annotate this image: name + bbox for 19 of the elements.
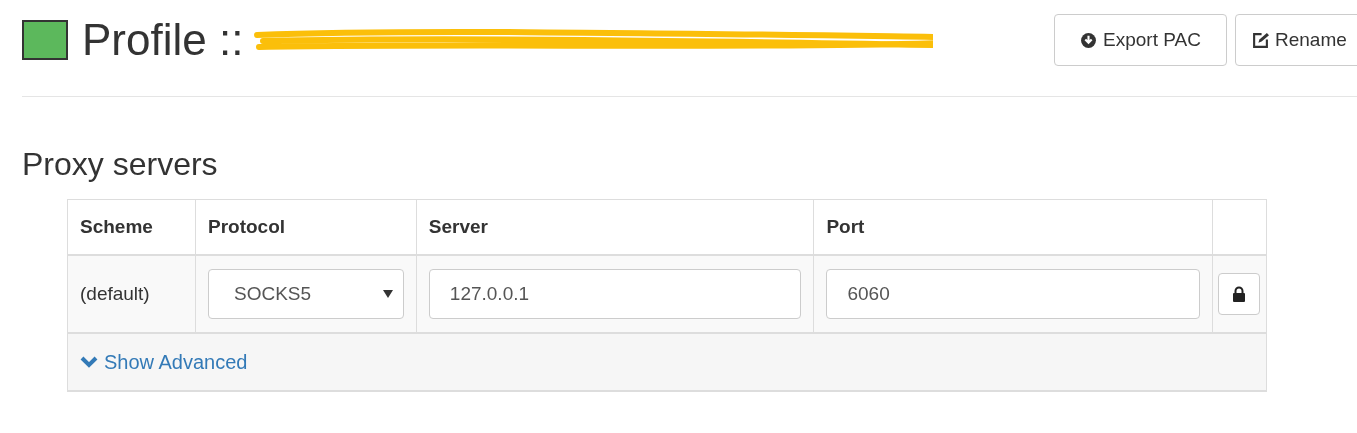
export-button[interactable]: Export PAC — [1054, 14, 1227, 66]
column-header: Port — [813, 199, 1213, 255]
server-field[interactable]: 127.0.0.1 — [428, 268, 802, 319]
rename-button[interactable]: Rename — [1235, 14, 1357, 66]
edit-icon — [1252, 31, 1269, 49]
download-icon — [1080, 31, 1098, 49]
column-header: Scheme — [67, 199, 196, 255]
column-header: Server — [416, 199, 814, 255]
page-title: Profile :: — [82, 18, 244, 62]
column-header: Protocol — [195, 199, 417, 255]
lock-icon — [1232, 285, 1246, 302]
caret-icon — [382, 289, 393, 298]
protocol-select[interactable]: SOCKS5 — [207, 268, 404, 319]
show-advanced-link[interactable]: Show Advanced — [80, 346, 248, 377]
lock-button[interactable] — [1218, 272, 1260, 315]
section-heading: Proxy servers — [22, 145, 219, 184]
table-cell: (default) — [67, 254, 196, 333]
chevron-down-icon — [80, 355, 98, 368]
port-field[interactable]: 6060 — [826, 268, 1200, 319]
